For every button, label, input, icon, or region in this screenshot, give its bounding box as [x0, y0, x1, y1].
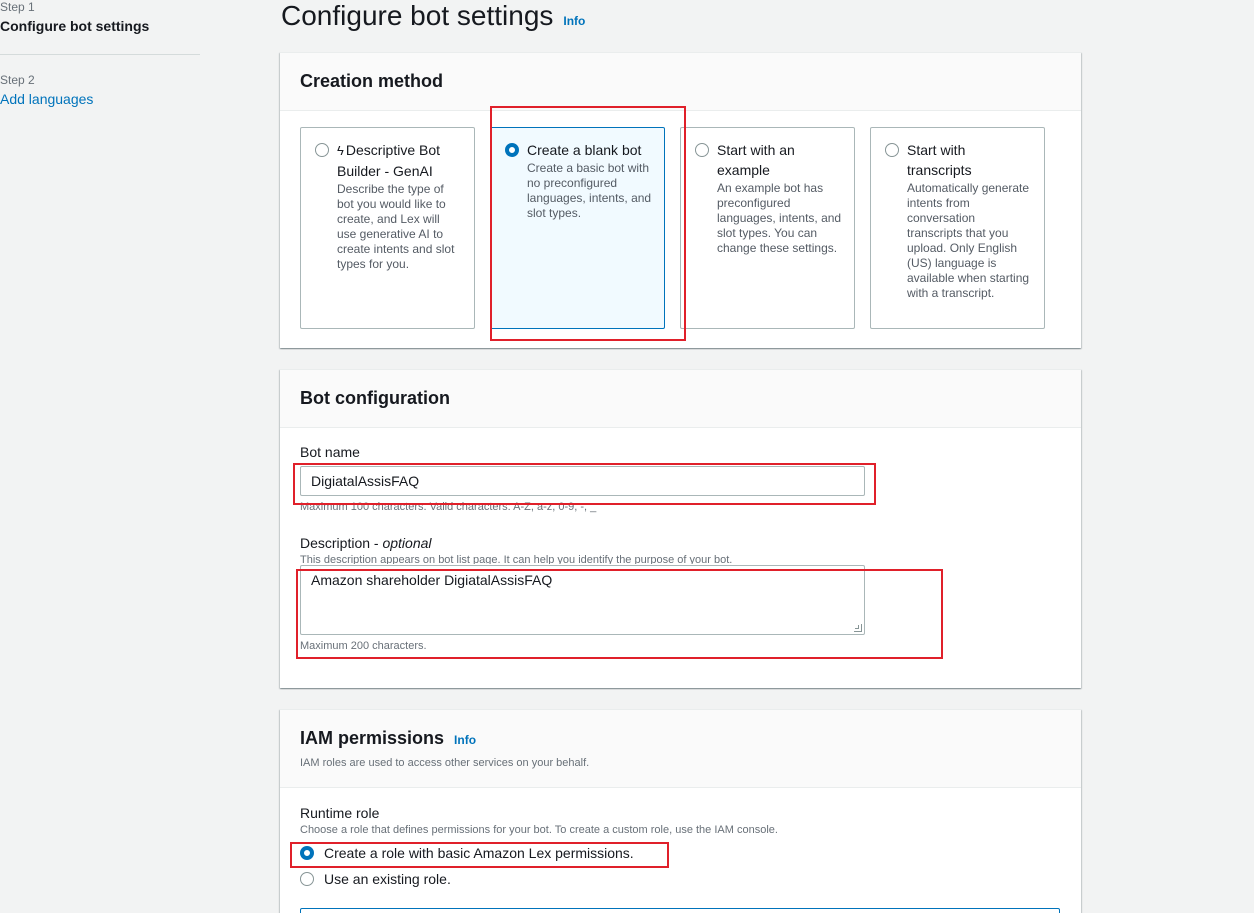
tile-genai-builder[interactable]: ϟ Descriptive Bot Builder - GenAI Describ…	[300, 127, 475, 329]
description-label-text: Description -	[300, 535, 383, 551]
radio-blank-bot[interactable]	[505, 143, 519, 157]
page-title: Configure bot settings	[281, 0, 554, 31]
creation-method-tiles: ϟ Descriptive Bot Builder - GenAI Describ…	[280, 111, 1081, 349]
bot-configuration-panel: Bot configuration Bot name DigiatalAssis…	[280, 369, 1081, 688]
tile-example-title: Start with an example	[717, 142, 795, 178]
creation-method-panel: Creation method ϟ Descriptive Bot Builder…	[280, 52, 1081, 348]
step-2-label: Step 2	[0, 73, 35, 87]
tile-transcripts-title: Start with transcripts	[907, 142, 972, 178]
runtime-role-hint: Choose a role that defines permissions f…	[300, 824, 778, 836]
description-label: Description - optional	[300, 535, 1061, 551]
radio-create-role[interactable]	[300, 846, 314, 860]
radio-transcripts[interactable]	[885, 143, 899, 157]
bot-name-label: Bot name	[300, 444, 360, 460]
step-2-link[interactable]: Add languages	[0, 91, 200, 107]
description-hint-bottom: Maximum 200 characters.	[300, 640, 427, 652]
radio-create-role-row[interactable]: Create a role with basic Amazon Lex perm…	[300, 845, 1061, 861]
nav-divider	[0, 54, 200, 55]
tile-genai-desc: Describe the type of bot you would like …	[337, 182, 455, 271]
radio-existing-role[interactable]	[300, 872, 314, 886]
page-info-link[interactable]: Info	[563, 14, 585, 28]
radio-create-role-label: Create a role with basic Amazon Lex perm…	[324, 845, 634, 861]
iam-info-link[interactable]: Info	[454, 733, 476, 747]
tile-blank-title: Create a blank bot	[527, 142, 642, 158]
bot-name-hint: Maximum 100 characters. Valid characters…	[300, 501, 597, 513]
bot-configuration-header: Bot configuration	[280, 370, 1081, 428]
bot-configuration-title: Bot configuration	[300, 388, 450, 408]
resize-grip-icon[interactable]	[854, 624, 862, 632]
iam-permissions-panel: IAM permissions Info IAM roles are used …	[280, 709, 1081, 913]
radio-example[interactable]	[695, 143, 709, 157]
radio-existing-role-label: Use an existing role.	[324, 871, 451, 887]
page-title-row: Configure bot settings Info	[281, 0, 585, 32]
description-value: Amazon shareholder DigiatalAssisFAQ	[311, 572, 553, 588]
role-selection-box[interactable]	[300, 908, 1060, 913]
lightning-bolt-icon: ϟ	[337, 143, 344, 158]
tile-example-desc: An example bot has preconfigured languag…	[717, 181, 842, 255]
tile-transcripts-desc: Automatically generate intents from conv…	[907, 181, 1030, 300]
radio-existing-role-row[interactable]: Use an existing role.	[300, 871, 1061, 887]
creation-method-title: Creation method	[300, 71, 444, 91]
creation-method-header: Creation method	[280, 53, 1081, 111]
step-1-title: Configure bot settings	[0, 18, 150, 34]
tile-blank-bot[interactable]: Create a blank bot Create a basic bot wi…	[490, 127, 665, 329]
description-optional-text: optional	[382, 535, 432, 551]
description-textarea[interactable]: Amazon shareholder DigiatalAssisFAQ	[300, 565, 865, 635]
iam-permissions-title: IAM permissions	[300, 728, 445, 748]
iam-permissions-header: IAM permissions Info IAM roles are used …	[280, 710, 1081, 788]
runtime-role-label: Runtime role	[300, 805, 380, 821]
iam-subtitle: IAM roles are used to access other servi…	[300, 757, 590, 769]
radio-genai-builder[interactable]	[315, 143, 329, 157]
tile-blank-desc: Create a basic bot with no preconfigured…	[527, 161, 652, 220]
tile-transcripts[interactable]: Start with transcripts Automatically gen…	[870, 127, 1045, 329]
tile-example[interactable]: Start with an example An example bot has…	[680, 127, 855, 329]
wizard-steps-nav: Step 1 Configure bot settings Step 2 Add…	[0, 0, 200, 107]
tile-genai-title: Descriptive Bot Builder - GenAI	[337, 142, 441, 179]
description-hint-top: This description appears on bot list pag…	[300, 554, 733, 564]
bot-name-input[interactable]: DigiatalAssisFAQ	[300, 466, 865, 496]
step-1-label: Step 1	[0, 0, 35, 14]
